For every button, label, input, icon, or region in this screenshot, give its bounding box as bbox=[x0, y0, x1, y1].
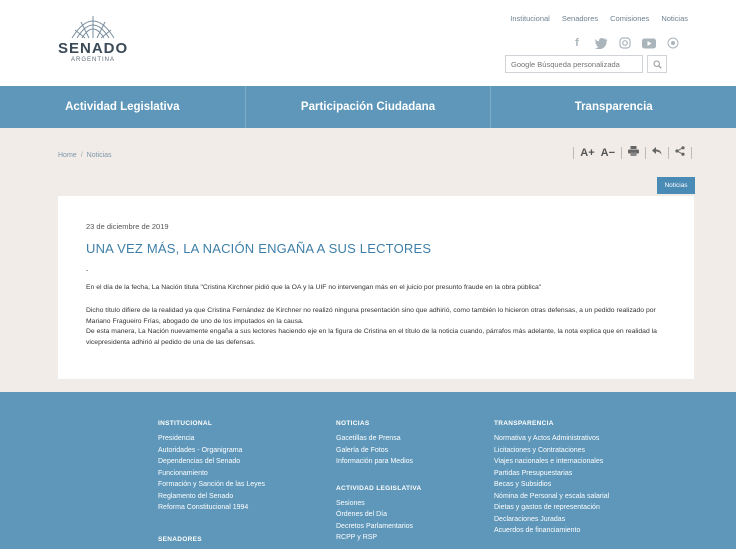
footer-link[interactable]: Declaraciones Juradas bbox=[494, 514, 609, 526]
footer-link[interactable]: Sesiones bbox=[336, 498, 422, 510]
senado-logo[interactable]: SENADO ARGENTINA bbox=[58, 10, 128, 68]
tools-divider bbox=[668, 146, 669, 159]
article-paragraph-1: En el día de la fecha, La Nación titula … bbox=[86, 284, 542, 291]
facebook-icon[interactable]: f bbox=[570, 37, 584, 49]
back-arrow-icon bbox=[652, 147, 662, 155]
senado-emblem-icon bbox=[71, 16, 115, 39]
toplink-senadores[interactable]: Senadores bbox=[562, 14, 598, 23]
footer-link[interactable]: RCPP y RSP bbox=[336, 532, 422, 544]
share-icon bbox=[675, 146, 685, 156]
footer-col-transparencia: TRANSPARENCIA Normativa y Actos Administ… bbox=[494, 420, 609, 537]
nav-transparencia[interactable]: Transparencia bbox=[491, 86, 736, 128]
magnifier-icon bbox=[653, 60, 662, 69]
footer-link[interactable]: Funcionamiento bbox=[158, 468, 265, 480]
flickr-icon[interactable] bbox=[666, 37, 680, 49]
footer-link[interactable]: Dependencias del Senado bbox=[158, 456, 265, 468]
footer-col-noticias: NOTICIAS Gacetillas de Prensa Galería de… bbox=[336, 420, 422, 544]
main-nav: Actividad Legislativa Participación Ciud… bbox=[0, 86, 736, 128]
social-links: f bbox=[570, 37, 680, 49]
instagram-icon[interactable] bbox=[618, 37, 632, 49]
site-header: SENADO ARGENTINA Institucional Senadores… bbox=[0, 0, 736, 86]
footer-link[interactable]: Partidas Presupuestarias bbox=[494, 468, 609, 480]
toplink-institucional[interactable]: Institucional bbox=[510, 14, 550, 23]
footer-link[interactable]: Autoridades - Organigrama bbox=[158, 445, 265, 457]
footer-link[interactable]: Licitaciones y Contrataciones bbox=[494, 445, 609, 457]
nav-participacion-ciudadana[interactable]: Participación Ciudadana bbox=[246, 86, 492, 128]
footer-link[interactable]: Gacetillas de Prensa bbox=[336, 433, 422, 445]
top-links: Institucional Senadores Comisiones Notic… bbox=[510, 14, 688, 23]
breadcrumb: Home / Noticias bbox=[58, 152, 112, 159]
print-button[interactable] bbox=[628, 146, 639, 159]
footer-link[interactable]: Presidencia bbox=[158, 433, 265, 445]
toplink-comisiones[interactable]: Comisiones bbox=[610, 14, 649, 23]
tools-divider bbox=[573, 146, 575, 159]
footer-link[interactable]: Viajes nacionales e internacionales bbox=[494, 456, 609, 468]
page-tools: A+ A− bbox=[573, 146, 692, 159]
footer-heading: NOTICIAS bbox=[336, 420, 370, 427]
footer-heading: SENADORES bbox=[158, 535, 202, 543]
footer-link[interactable]: Órdenes del Día bbox=[336, 509, 422, 521]
printer-icon bbox=[628, 146, 639, 156]
search-button[interactable] bbox=[647, 55, 667, 73]
nav-actividad-legislativa[interactable]: Actividad Legislativa bbox=[0, 86, 246, 128]
footer-link[interactable]: Galería de Fotos bbox=[336, 445, 422, 457]
breadcrumb-separator: / bbox=[80, 152, 83, 159]
article-card: 23 de diciembre de 2019 UNA VEZ MÁS, LA … bbox=[58, 196, 694, 379]
font-increase-button[interactable]: A+ bbox=[580, 147, 594, 159]
tools-divider bbox=[645, 146, 646, 159]
youtube-icon[interactable] bbox=[642, 37, 656, 49]
footer-link[interactable]: Decretos Parlamentarios bbox=[336, 521, 422, 533]
footer-link[interactable]: Becas y Subsidios bbox=[494, 479, 609, 491]
footer-link[interactable]: Normativa y Actos Administrativos bbox=[494, 433, 609, 445]
article-paragraph-3: De esta manera, La Nación nuevamente eng… bbox=[86, 328, 657, 346]
footer-heading: TRANSPARENCIA bbox=[494, 420, 554, 427]
logo-subtitle: ARGENTINA bbox=[70, 57, 115, 63]
font-decrease-button[interactable]: A− bbox=[601, 147, 615, 159]
toplink-noticias[interactable]: Noticias bbox=[661, 14, 688, 23]
footer-heading: INSTITUCIONAL bbox=[158, 420, 213, 427]
footer-link[interactable]: Reforma Constitucional 1994 bbox=[158, 502, 265, 514]
footer-heading: ACTIVIDAD LEGISLATIVA bbox=[336, 484, 422, 492]
site-footer: INSTITUCIONAL Presidencia Autoridades - … bbox=[0, 392, 736, 549]
share-button[interactable] bbox=[675, 146, 685, 159]
footer-link[interactable]: Formación y Sanción de las Leyes bbox=[158, 479, 265, 491]
footer-link[interactable]: Dietas y gastos de representación bbox=[494, 502, 609, 514]
footer-link[interactable]: Acuerdos de financiamiento bbox=[494, 525, 609, 537]
tools-divider bbox=[621, 146, 622, 159]
article-title: UNA VEZ MÁS, LA NACIÓN ENGAÑA A SUS LECT… bbox=[86, 241, 432, 256]
footer-link[interactable]: Reglamento del Senado bbox=[158, 491, 265, 503]
breadcrumb-home[interactable]: Home bbox=[58, 152, 77, 159]
article-date: 23 de diciembre de 2019 bbox=[86, 222, 169, 231]
article-bullet: - bbox=[86, 267, 89, 274]
tools-divider bbox=[691, 146, 692, 159]
noticias-tag[interactable]: Noticias bbox=[657, 177, 695, 194]
article-paragraph-2: Dicho título difiere de la realidad ya q… bbox=[86, 307, 656, 325]
footer-link[interactable]: Información para Medios bbox=[336, 456, 422, 468]
footer-col-institucional: INSTITUCIONAL Presidencia Autoridades - … bbox=[158, 420, 265, 549]
search-input[interactable] bbox=[505, 55, 643, 73]
footer-link[interactable]: Nómina de Personal y escala salarial bbox=[494, 491, 609, 503]
twitter-icon[interactable] bbox=[594, 37, 608, 49]
breadcrumb-current: Noticias bbox=[86, 152, 112, 159]
back-button[interactable] bbox=[652, 146, 662, 159]
logo-title: SENADO bbox=[58, 40, 129, 57]
